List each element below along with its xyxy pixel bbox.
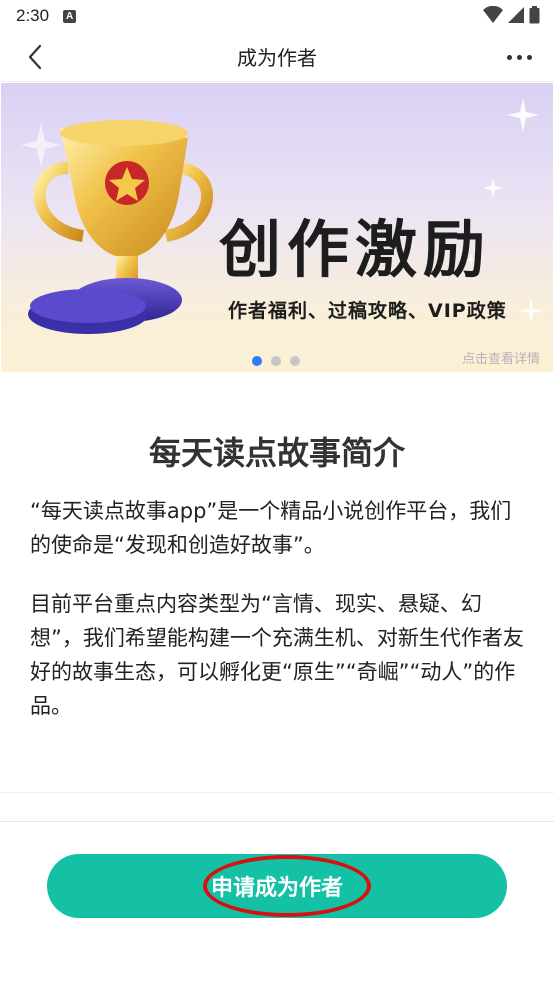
wifi-icon bbox=[483, 6, 503, 23]
battery-icon bbox=[529, 6, 540, 24]
more-dot-icon bbox=[516, 54, 522, 60]
back-button[interactable] bbox=[20, 42, 50, 72]
highlight-annotation bbox=[203, 855, 371, 917]
banner-detail-link[interactable]: 点击查看详情 bbox=[462, 348, 540, 367]
intro-title: 每天读点故事简介 bbox=[148, 434, 405, 472]
banner-title: 创作激励 bbox=[219, 213, 492, 286]
more-dot-icon bbox=[526, 54, 532, 60]
trophy-icon bbox=[28, 120, 214, 334]
footer-divider bbox=[0, 821, 554, 822]
signal-icon bbox=[508, 7, 524, 23]
nav-bar: 成为作者 bbox=[0, 32, 554, 82]
carousel-dot[interactable] bbox=[290, 356, 300, 366]
chevron-left-icon bbox=[28, 44, 42, 70]
intro-paragraph: 目前平台重点内容类型为“言情、现实、悬疑、幻想”，我们希望能构建一个充满生机、对… bbox=[30, 592, 524, 718]
carousel-indicator bbox=[252, 356, 300, 366]
banner-subtitle: 作者福利、过稿攻略、VIP政策 bbox=[228, 300, 507, 322]
carousel-dot[interactable] bbox=[271, 356, 281, 366]
intro-paragraph: “每天读点故事app”是一个精品小说创作平台，我们的使命是“发现和创造好故事”。 bbox=[30, 499, 512, 557]
more-options-button[interactable] bbox=[502, 44, 536, 70]
status-icons bbox=[483, 6, 540, 24]
divider bbox=[0, 792, 554, 793]
status-time: 2:30 bbox=[16, 6, 50, 25]
carousel-dot-active[interactable] bbox=[252, 356, 262, 366]
more-dot-icon bbox=[506, 54, 512, 60]
page-title: 成为作者 bbox=[237, 46, 317, 70]
status-bar: 2:30 A bbox=[0, 0, 554, 32]
notification-icon: A bbox=[63, 9, 77, 23]
